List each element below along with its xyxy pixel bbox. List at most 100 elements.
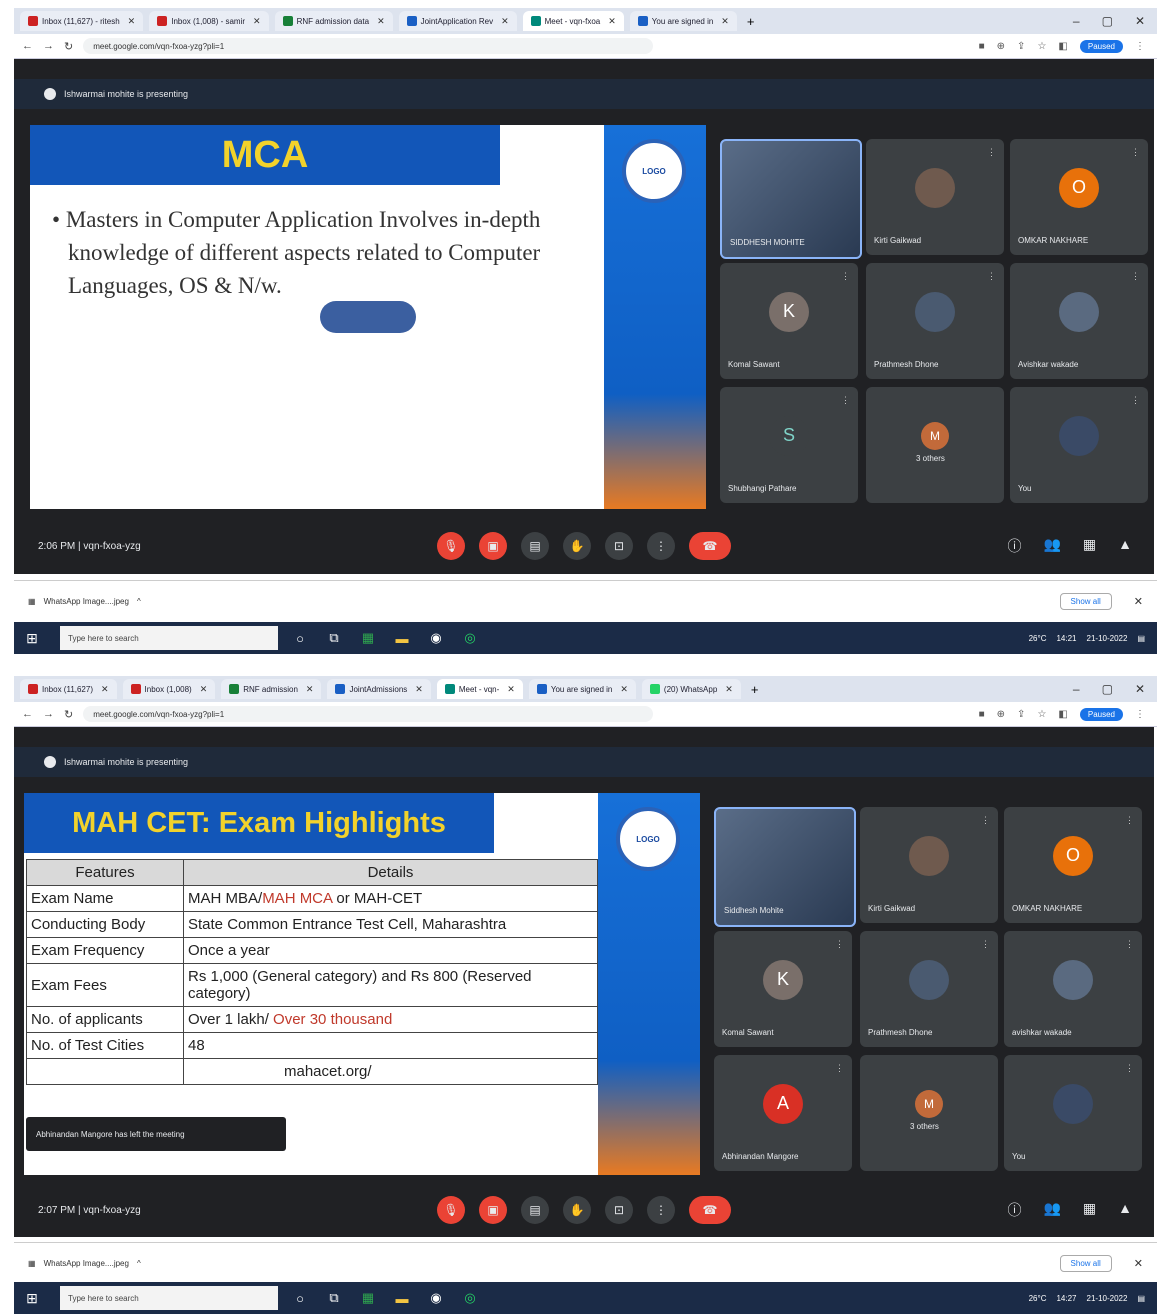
participant-tile[interactable]: ⋮ A Abhinandan Mangore xyxy=(714,1055,852,1171)
close-window-button[interactable]: ✕ xyxy=(1135,14,1145,28)
close-tab-icon[interactable]: ✕ xyxy=(200,684,208,695)
participant-tile[interactable]: M3 others xyxy=(866,387,1004,503)
close-window-button[interactable]: ✕ xyxy=(1135,682,1145,696)
download-file[interactable]: WhatsApp Image....jpeg xyxy=(44,1259,129,1268)
chrome-icon[interactable]: ◉ xyxy=(424,627,448,649)
browser-tab-active[interactable]: Meet - vqn- ✕ xyxy=(436,679,523,699)
browser-tab[interactable]: JointAdmissions ✕ xyxy=(327,679,431,699)
maximize-button[interactable]: ▢ xyxy=(1102,682,1113,696)
more-icon[interactable]: ⋮ xyxy=(981,815,990,826)
people-icon[interactable]: 👥 xyxy=(1043,1200,1060,1220)
camera-icon[interactable]: ■ xyxy=(979,709,985,720)
excel-icon[interactable]: ▦ xyxy=(356,627,380,649)
close-tab-icon[interactable]: ✕ xyxy=(128,16,136,27)
participant-tile[interactable]: ⋮ Prathmesh Dhone xyxy=(866,263,1004,379)
close-tab-icon[interactable]: ✕ xyxy=(721,16,729,27)
more-icon[interactable]: ⋮ xyxy=(1131,147,1140,158)
participant-tile[interactable]: Siddhesh Mohite xyxy=(714,807,856,927)
participant-tile[interactable]: ⋮ avishkar wakade xyxy=(1004,931,1142,1047)
close-tab-icon[interactable]: ✕ xyxy=(306,684,314,695)
more-icon[interactable]: ⋮ xyxy=(987,147,996,158)
task-view-icon[interactable]: ⧉ xyxy=(322,1287,346,1309)
share-icon[interactable]: ⇪ xyxy=(1017,709,1025,720)
end-call-button[interactable]: ☎ xyxy=(689,532,731,560)
url-field[interactable]: meet.google.com/vqn-fxoa-yzg?pli=1 xyxy=(83,706,654,722)
people-icon[interactable]: 👥 xyxy=(1043,536,1060,556)
participant-tile[interactable]: M3 others xyxy=(860,1055,998,1171)
participant-tile[interactable]: ⋮ Avishkar wakade xyxy=(1010,263,1148,379)
close-tab-icon[interactable]: ✕ xyxy=(101,684,109,695)
browser-tab[interactable]: JointApplication Rev ✕ xyxy=(398,11,517,31)
captions-button[interactable]: ▤ xyxy=(521,532,549,560)
participant-tile[interactable]: SIDDHESH MOHITE xyxy=(720,139,862,259)
more-icon[interactable]: ⋮ xyxy=(1131,395,1140,406)
raise-hand-button[interactable]: ✋ xyxy=(563,1196,591,1224)
close-tab-icon[interactable]: ✕ xyxy=(501,16,509,27)
activities-icon[interactable]: ▲ xyxy=(1118,536,1132,556)
reload-icon[interactable]: ↻ xyxy=(64,708,73,721)
new-tab-button[interactable]: + xyxy=(751,682,759,697)
back-icon[interactable]: ← xyxy=(22,708,33,720)
participant-tile[interactable]: ⋮ Kirti Gaikwad xyxy=(860,807,998,923)
whatsapp-icon[interactable]: ◎ xyxy=(458,627,482,649)
notification-icon[interactable]: ▤ xyxy=(1137,634,1145,643)
info-icon[interactable]: ⓘ xyxy=(1007,536,1021,556)
close-tab-icon[interactable]: ✕ xyxy=(415,684,423,695)
minimize-button[interactable]: – xyxy=(1073,14,1080,28)
chat-icon[interactable]: ▦ xyxy=(1083,536,1096,556)
zoom-icon[interactable]: ⊕ xyxy=(997,41,1005,52)
share-icon[interactable]: ⇪ xyxy=(1017,41,1025,52)
browser-tab[interactable]: (20) WhatsApp ✕ xyxy=(641,679,741,699)
minimize-button[interactable]: – xyxy=(1073,682,1080,696)
mic-off-button[interactable]: 🎙 xyxy=(437,1196,465,1224)
camera-off-button[interactable]: ▣ xyxy=(479,532,507,560)
participant-tile[interactable]: ⋮ You xyxy=(1010,387,1148,503)
close-tab-icon[interactable]: ✕ xyxy=(377,16,385,27)
more-icon[interactable]: ⋮ xyxy=(981,939,990,950)
close-tab-icon[interactable]: ✕ xyxy=(620,684,628,695)
participant-tile[interactable]: ⋮ S Shubhangi Pathare xyxy=(720,387,858,503)
back-icon[interactable]: ← xyxy=(22,40,33,52)
sidepanel-icon[interactable]: ◧ xyxy=(1058,41,1067,52)
windows-start-icon[interactable]: ⊞ xyxy=(14,1290,50,1307)
mic-off-button[interactable]: 🎙 xyxy=(437,532,465,560)
raise-hand-button[interactable]: ✋ xyxy=(563,532,591,560)
close-download-bar-icon[interactable]: ✕ xyxy=(1120,595,1157,608)
more-icon[interactable]: ⋮ xyxy=(841,395,850,406)
explorer-icon[interactable]: ▬ xyxy=(390,627,414,649)
star-icon[interactable]: ☆ xyxy=(1037,41,1046,52)
more-icon[interactable]: ⋮ xyxy=(835,939,844,950)
close-tab-icon[interactable]: ✕ xyxy=(253,16,261,27)
show-all-button[interactable]: Show all xyxy=(1059,592,1112,610)
forward-icon[interactable]: → xyxy=(43,40,54,52)
browser-tab[interactable]: Inbox (1,008) - samir ✕ xyxy=(149,11,269,31)
more-options-button[interactable]: ⋮ xyxy=(647,1196,675,1224)
chrome-icon[interactable]: ◉ xyxy=(424,1287,448,1309)
camera-off-button[interactable]: ▣ xyxy=(479,1196,507,1224)
chat-icon[interactable]: ▦ xyxy=(1083,1200,1096,1220)
url-field[interactable]: meet.google.com/vqn-fxoa-yzg?pli=1 xyxy=(83,38,654,54)
participant-tile[interactable]: ⋮ Prathmesh Dhone xyxy=(860,931,998,1047)
notification-icon[interactable]: ▤ xyxy=(1137,1294,1145,1303)
more-icon[interactable]: ⋮ xyxy=(1131,271,1140,282)
browser-tab[interactable]: Inbox (1,008) ✕ xyxy=(122,679,216,699)
captions-button[interactable]: ▤ xyxy=(521,1196,549,1224)
browser-tab[interactable]: Inbox (11,627) ✕ xyxy=(20,679,117,699)
chevron-up-icon[interactable]: ^ xyxy=(137,1259,141,1268)
close-tab-icon[interactable]: ✕ xyxy=(725,684,733,695)
more-icon[interactable]: ⋮ xyxy=(1125,1063,1134,1074)
menu-icon[interactable]: ⋮ xyxy=(1135,709,1145,720)
profile-button[interactable]: Paused xyxy=(1079,707,1123,721)
participant-tile[interactable]: ⋮ Kirti Gaikwad xyxy=(866,139,1004,255)
more-icon[interactable]: ⋮ xyxy=(1125,815,1134,826)
excel-icon[interactable]: ▦ xyxy=(356,1287,380,1309)
more-icon[interactable]: ⋮ xyxy=(841,271,850,282)
camera-icon[interactable]: ■ xyxy=(979,41,985,52)
close-download-bar-icon[interactable]: ✕ xyxy=(1120,1257,1157,1270)
star-icon[interactable]: ☆ xyxy=(1037,709,1046,720)
cortana-icon[interactable]: ○ xyxy=(288,627,312,649)
participant-tile[interactable]: ⋮ K Komal Sawant xyxy=(714,931,852,1047)
activities-icon[interactable]: ▲ xyxy=(1118,1200,1132,1220)
more-icon[interactable]: ⋮ xyxy=(1125,939,1134,950)
browser-tab[interactable]: You are signed in ✕ xyxy=(629,11,737,31)
